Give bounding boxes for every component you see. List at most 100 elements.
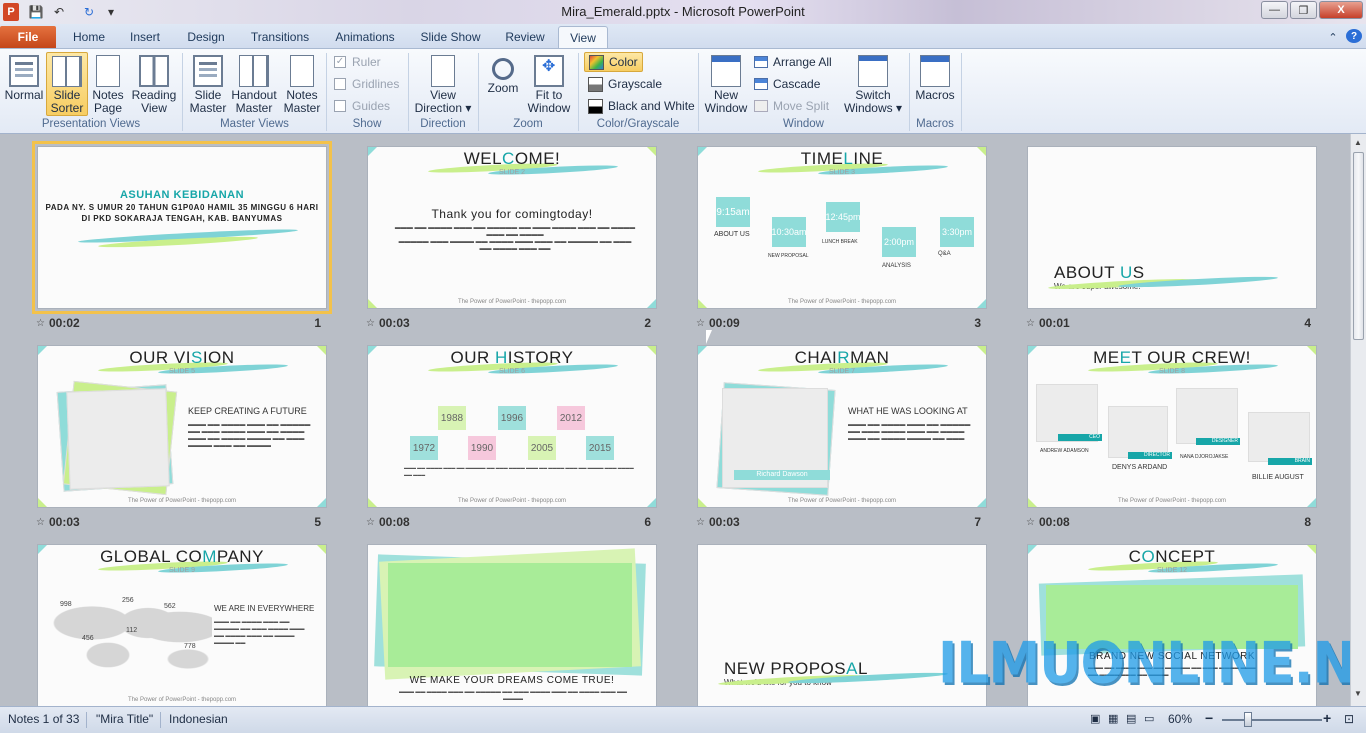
slide-thumbnail-2[interactable]: WELCOME! SLIDE 2 Thank you for comingtod… bbox=[367, 146, 657, 309]
transition-star-icon[interactable]: ☆ bbox=[1026, 318, 1035, 329]
help-icon[interactable]: ? bbox=[1346, 29, 1362, 43]
slide-number: 7 bbox=[974, 515, 981, 529]
timeline-time: 9:15am bbox=[716, 197, 750, 227]
view-direction-button[interactable]: View Direction ▾ bbox=[414, 52, 472, 116]
macros-button[interactable]: Macros bbox=[914, 52, 956, 116]
slide-footer: The Power of PowerPoint - thepopp.com bbox=[787, 299, 897, 305]
guides-checkbox[interactable]: Guides bbox=[334, 96, 390, 116]
slide-sorter-icon bbox=[52, 56, 82, 87]
slide-sorter-status-icon[interactable]: ▦ bbox=[1108, 712, 1118, 725]
slide-number: 5 bbox=[314, 515, 321, 529]
fit-slide-icon[interactable]: ⊡ bbox=[1344, 712, 1354, 726]
tab-home[interactable]: Home bbox=[64, 26, 114, 48]
slide-label: SLIDE 6 bbox=[498, 368, 526, 375]
theme-name[interactable]: "Mira Title" bbox=[96, 712, 153, 726]
vertical-scrollbar[interactable]: ▲ ▼ bbox=[1350, 134, 1366, 706]
reading-view-status-icon[interactable]: ▤ bbox=[1126, 712, 1136, 725]
transition-star-icon[interactable]: ☆ bbox=[1026, 517, 1035, 528]
slide-sorter-button[interactable]: Slide Sorter bbox=[46, 52, 88, 116]
slide-footer: The Power of PowerPoint - thepopp.com bbox=[127, 697, 237, 703]
zoom-slider-track[interactable] bbox=[1222, 719, 1322, 721]
notes-master-icon bbox=[290, 55, 314, 87]
notes-page-button[interactable]: Notes Page bbox=[90, 52, 126, 116]
color-button[interactable]: Color bbox=[584, 52, 643, 72]
reading-view-button[interactable]: Reading View bbox=[130, 52, 178, 116]
tab-transitions[interactable]: Transitions bbox=[242, 26, 318, 48]
slide-master-button[interactable]: Slide Master bbox=[188, 52, 228, 116]
tab-animations[interactable]: Animations bbox=[325, 26, 405, 48]
slide-thumbnail-9[interactable]: GLOBAL COMPANY SLIDE 9 998 256 562 112 4… bbox=[37, 544, 327, 706]
transition-star-icon[interactable]: ☆ bbox=[366, 318, 375, 329]
transition-star-icon[interactable]: ☆ bbox=[36, 517, 45, 528]
slide-thumbnail-7[interactable]: CHAIRMAN SLIDE 7 Richard Dawson WHAT HE … bbox=[697, 345, 987, 508]
notes-master-button[interactable]: Notes Master bbox=[282, 52, 322, 116]
gridlines-checkbox[interactable]: Gridlines bbox=[334, 74, 399, 94]
slide-master-icon bbox=[193, 55, 223, 87]
slide-thumbnail-5[interactable]: OUR VISION SLIDE 5 KEEP CREATING A FUTUR… bbox=[37, 345, 327, 508]
timeline-label: Q&A bbox=[938, 251, 951, 257]
normal-view-button[interactable]: Normal bbox=[4, 52, 44, 116]
group-label-color-grayscale: Color/Grayscale bbox=[596, 118, 680, 130]
scroll-up-icon[interactable]: ▲ bbox=[1354, 138, 1362, 147]
move-split-button[interactable]: Move Split bbox=[754, 96, 829, 116]
slide-title: CONCEPT bbox=[1128, 547, 1216, 566]
slide-title: OUR VISION bbox=[129, 348, 235, 367]
slide-thumbnail-3[interactable]: TIMELINE SLIDE 3 9:15am 10:30am 12:45pm … bbox=[697, 146, 987, 309]
group-label-zoom: Zoom bbox=[513, 118, 543, 130]
switch-windows-button[interactable]: Switch Windows ▾ bbox=[842, 52, 904, 116]
scrollbar-thumb[interactable] bbox=[1353, 152, 1364, 340]
tab-file[interactable]: File bbox=[0, 26, 56, 48]
language-indicator[interactable]: Indonesian bbox=[169, 712, 228, 726]
zoom-level[interactable]: 60% bbox=[1168, 712, 1192, 726]
handout-master-button[interactable]: Handout Master bbox=[230, 52, 278, 116]
timeline-label: NEW PROPOSAL bbox=[768, 253, 809, 259]
slide-thumbnail-6[interactable]: OUR HISTORY SLIDE 6 1988 1996 2012 1972 … bbox=[367, 345, 657, 508]
slide-title: CHAIRMAN bbox=[794, 348, 890, 367]
timeline-time: 3:30pm bbox=[940, 217, 974, 247]
ruler-checkbox[interactable]: ✓ Ruler bbox=[334, 52, 381, 72]
slide-thumbnail-4[interactable]: ABOUT US We are super awesome! bbox=[1027, 146, 1317, 309]
group-divider bbox=[961, 53, 962, 131]
zoom-icon bbox=[492, 58, 514, 80]
transition-star-icon[interactable]: ☆ bbox=[366, 517, 375, 528]
cascade-button[interactable]: Cascade bbox=[754, 74, 820, 94]
grayscale-button[interactable]: Grayscale bbox=[588, 74, 662, 94]
tab-review[interactable]: Review bbox=[497, 26, 553, 48]
minimize-ribbon-icon[interactable]: ⌃ bbox=[1325, 26, 1341, 48]
transition-star-icon[interactable]: ☆ bbox=[696, 318, 705, 329]
slide-thumbnail-8[interactable]: MEET OUR CREW! SLIDE 8 CEO DIRECTOR DESI… bbox=[1027, 345, 1317, 508]
slide-show-status-icon[interactable]: ▭ bbox=[1144, 712, 1154, 725]
mouse-cursor-icon bbox=[705, 329, 713, 345]
zoom-in-button[interactable]: + bbox=[1323, 710, 1331, 726]
transition-star-icon[interactable]: ☆ bbox=[696, 517, 705, 528]
tab-design[interactable]: Design bbox=[178, 26, 234, 48]
normal-view-status-icon[interactable]: ▣ bbox=[1090, 712, 1100, 725]
black-and-white-button[interactable]: Black and White bbox=[588, 96, 695, 116]
tab-slide-show[interactable]: Slide Show bbox=[413, 26, 488, 48]
slide-title: GLOBAL COMPANY bbox=[100, 547, 264, 566]
slide-thumbnail-10[interactable]: WE MAKE YOUR DREAMS COME TRUE! ▬▬▬ ▬▬ ▬▬… bbox=[367, 544, 657, 706]
tab-view[interactable]: View bbox=[558, 26, 608, 48]
crew-role: DIRECTOR bbox=[1128, 452, 1172, 459]
window-title: Mira_Emerald.pptx - Microsoft PowerPoint bbox=[561, 4, 805, 19]
slide-number: 1 bbox=[314, 316, 321, 330]
zoom-button[interactable]: Zoom bbox=[484, 52, 522, 116]
restore-button[interactable]: ❐ bbox=[1290, 1, 1317, 19]
arrange-all-button[interactable]: Arrange All bbox=[754, 52, 832, 72]
map-stat: 456 bbox=[82, 635, 94, 642]
fit-to-window-button[interactable]: Fit to Window bbox=[524, 52, 574, 116]
crew-name: ANDREW ADAMSON bbox=[1040, 448, 1089, 454]
zoom-slider-thumb[interactable] bbox=[1244, 712, 1252, 727]
normal-view-icon bbox=[9, 55, 39, 87]
slide-thumbnail-1[interactable]: ASUHAN KEBIDANAN PADA NY. S UMUR 20 TAHU… bbox=[32, 141, 332, 314]
tab-insert[interactable]: Insert bbox=[120, 26, 170, 48]
minimize-button[interactable]: — bbox=[1261, 1, 1288, 19]
scroll-down-icon[interactable]: ▼ bbox=[1354, 689, 1362, 698]
slide-footer: The Power of PowerPoint - thepopp.com bbox=[1117, 498, 1227, 504]
close-button[interactable]: X bbox=[1319, 1, 1363, 19]
zoom-out-button[interactable]: − bbox=[1205, 710, 1213, 726]
slide-title: TIMELINE bbox=[800, 149, 884, 168]
new-window-button[interactable]: New Window bbox=[704, 52, 748, 116]
transition-star-icon[interactable]: ☆ bbox=[36, 318, 45, 329]
timeline-label: LUNCH BREAK bbox=[822, 239, 858, 245]
